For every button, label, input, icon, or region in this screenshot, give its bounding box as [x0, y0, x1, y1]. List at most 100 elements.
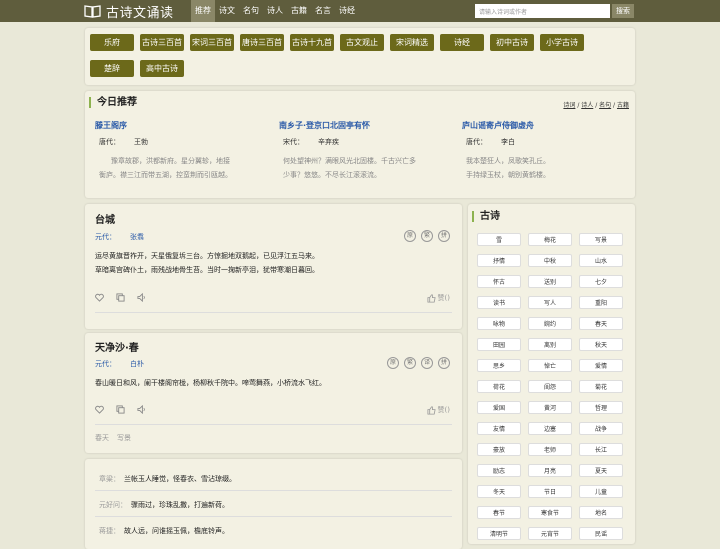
mingju-item[interactable]: 蒋捷： 故人远，问谁摇玉佩，檐底铃声。: [99, 526, 229, 536]
search-button[interactable]: 搜索: [612, 4, 634, 18]
category-button[interactable]: 小学古诗: [540, 34, 584, 51]
category-button[interactable]: 古诗三百首: [140, 34, 184, 51]
author[interactable]: 李白: [501, 138, 515, 146]
author[interactable]: 辛弃疾: [318, 138, 339, 146]
sidebar-tag[interactable]: 冬天: [477, 485, 521, 498]
badge-pin[interactable]: 拼: [438, 230, 450, 242]
sidebar-tag[interactable]: 豪放: [477, 443, 521, 456]
badge-pin[interactable]: 拼: [438, 357, 450, 369]
sidebar-tag[interactable]: 田园: [477, 338, 521, 351]
copy-icon[interactable]: [116, 405, 125, 414]
sidebar-tag[interactable]: 七夕: [579, 275, 623, 288]
speaker-icon[interactable]: [137, 293, 146, 302]
nav-shiren[interactable]: 诗人: [263, 0, 287, 22]
poem-title[interactable]: 天净沙·春: [95, 339, 139, 354]
sidebar-tag[interactable]: 重阳: [579, 296, 623, 309]
nav-shiwen[interactable]: 诗文: [215, 0, 239, 22]
daily-link-shiren[interactable]: 诗人: [581, 102, 593, 109]
sidebar-tag[interactable]: 节日: [528, 485, 572, 498]
sidebar-tag[interactable]: 思乡: [477, 359, 521, 372]
sidebar-tag[interactable]: 读书: [477, 296, 521, 309]
sidebar-tag[interactable]: 月亮: [528, 464, 572, 477]
sidebar-tag[interactable]: 写景: [579, 233, 623, 246]
sidebar-tag[interactable]: 励志: [477, 464, 521, 477]
sidebar-tag[interactable]: 爱国: [477, 401, 521, 414]
sidebar-tag[interactable]: 民谣: [579, 527, 623, 540]
heart-icon[interactable]: [95, 405, 104, 414]
like-button[interactable]: 赞(): [427, 405, 450, 415]
daily-item-title[interactable]: 庐山谣寄卢侍御虚舟: [462, 120, 627, 131]
sidebar-tag[interactable]: 春节: [477, 506, 521, 519]
author[interactable]: 白朴: [130, 360, 144, 368]
sidebar-tag[interactable]: 黄河: [528, 401, 572, 414]
sidebar-tag[interactable]: 荷花: [477, 380, 521, 393]
sidebar-tag[interactable]: 长江: [579, 443, 623, 456]
sidebar-tag[interactable]: 夏天: [579, 464, 623, 477]
badge-yuan[interactable]: 原: [404, 230, 416, 242]
sidebar-tag[interactable]: 咏物: [477, 317, 521, 330]
badge-fan[interactable]: 繁: [404, 357, 416, 369]
mingju-item[interactable]: 元好问： 骤雨过，珍珠乱撒，打遍新荷。: [99, 500, 229, 510]
sidebar-tag[interactable]: 送别: [528, 275, 572, 288]
badge-yuan[interactable]: 原: [387, 357, 399, 369]
like-button[interactable]: 赞(): [427, 293, 450, 303]
mingju-text[interactable]: 故人远，问谁摇玉佩，檐底铃声。: [124, 527, 229, 535]
site-logo[interactable]: 古诗文诵读: [84, 2, 174, 21]
mingju-text[interactable]: 兰帐玉人睡觉，怪春衣、雪沾琼缀。: [124, 475, 236, 483]
sidebar-tag[interactable]: 秋天: [579, 338, 623, 351]
sidebar-tag[interactable]: 山水: [579, 254, 623, 267]
sidebar-tag[interactable]: 抒情: [477, 254, 521, 267]
nav-mingju[interactable]: 名句: [239, 0, 263, 22]
sidebar-tag[interactable]: 老师: [528, 443, 572, 456]
search-input[interactable]: 请输入诗词或作者: [475, 4, 610, 18]
sidebar-tag[interactable]: 战争: [579, 422, 623, 435]
sidebar-tag[interactable]: 元宵节: [528, 527, 572, 540]
category-button[interactable]: 楚辞: [90, 60, 134, 77]
sidebar-tag[interactable]: 寒食节: [528, 506, 572, 519]
daily-item-title[interactable]: 南乡子·登京口北固亭有怀: [279, 120, 459, 131]
category-button[interactable]: 古诗十九首: [290, 34, 334, 51]
tag-link[interactable]: 春天: [95, 434, 109, 442]
nav-shijing[interactable]: 诗经: [335, 0, 359, 22]
sidebar-tag[interactable]: 儿童: [579, 485, 623, 498]
sidebar-tag[interactable]: 菊花: [579, 380, 623, 393]
copy-icon[interactable]: [116, 293, 125, 302]
badge-yi[interactable]: 译: [421, 357, 433, 369]
badge-fan[interactable]: 繁: [421, 230, 433, 242]
sidebar-tag[interactable]: 悼亡: [528, 359, 572, 372]
category-button[interactable]: 乐府: [90, 34, 134, 51]
sidebar-tag[interactable]: 边塞: [528, 422, 572, 435]
heart-icon[interactable]: [95, 293, 104, 302]
daily-link-shici[interactable]: 诗词: [563, 102, 575, 109]
speaker-icon[interactable]: [137, 405, 146, 414]
poem-title[interactable]: 台城: [95, 211, 115, 226]
category-button[interactable]: 高中古诗: [140, 60, 184, 77]
sidebar-tag[interactable]: 友情: [477, 422, 521, 435]
daily-link-mingju[interactable]: 名句: [599, 102, 611, 109]
sidebar-tag[interactable]: 写人: [528, 296, 572, 309]
author[interactable]: 王勃: [134, 138, 148, 146]
category-button[interactable]: 宋词精选: [390, 34, 434, 51]
category-button[interactable]: 宋词三百首: [190, 34, 234, 51]
sidebar-tag[interactable]: 怀古: [477, 275, 521, 288]
tag-link[interactable]: 写景: [117, 434, 131, 442]
category-button[interactable]: 古文观止: [340, 34, 384, 51]
sidebar-tag[interactable]: 雪: [477, 233, 521, 246]
sidebar-tag[interactable]: 梅花: [528, 233, 572, 246]
category-button[interactable]: 初中古诗: [490, 34, 534, 51]
nav-tuijian[interactable]: 推荐: [191, 0, 215, 22]
sidebar-tag[interactable]: 婉约: [528, 317, 572, 330]
sidebar-tag[interactable]: 闺怨: [528, 380, 572, 393]
sidebar-tag[interactable]: 中秋: [528, 254, 572, 267]
sidebar-tag[interactable]: 离别: [528, 338, 572, 351]
author[interactable]: 张翥: [130, 233, 144, 241]
category-button[interactable]: 唐诗三百首: [240, 34, 284, 51]
sidebar-tag[interactable]: 爱情: [579, 359, 623, 372]
sidebar-tag[interactable]: 春天: [579, 317, 623, 330]
mingju-text[interactable]: 骤雨过，珍珠乱撒，打遍新荷。: [131, 501, 229, 509]
nav-mingyan[interactable]: 名言: [311, 0, 335, 22]
sidebar-tag[interactable]: 哲理: [579, 401, 623, 414]
category-button[interactable]: 诗经: [440, 34, 484, 51]
sidebar-tag[interactable]: 清明节: [477, 527, 521, 540]
nav-guji[interactable]: 古籍: [287, 0, 311, 22]
